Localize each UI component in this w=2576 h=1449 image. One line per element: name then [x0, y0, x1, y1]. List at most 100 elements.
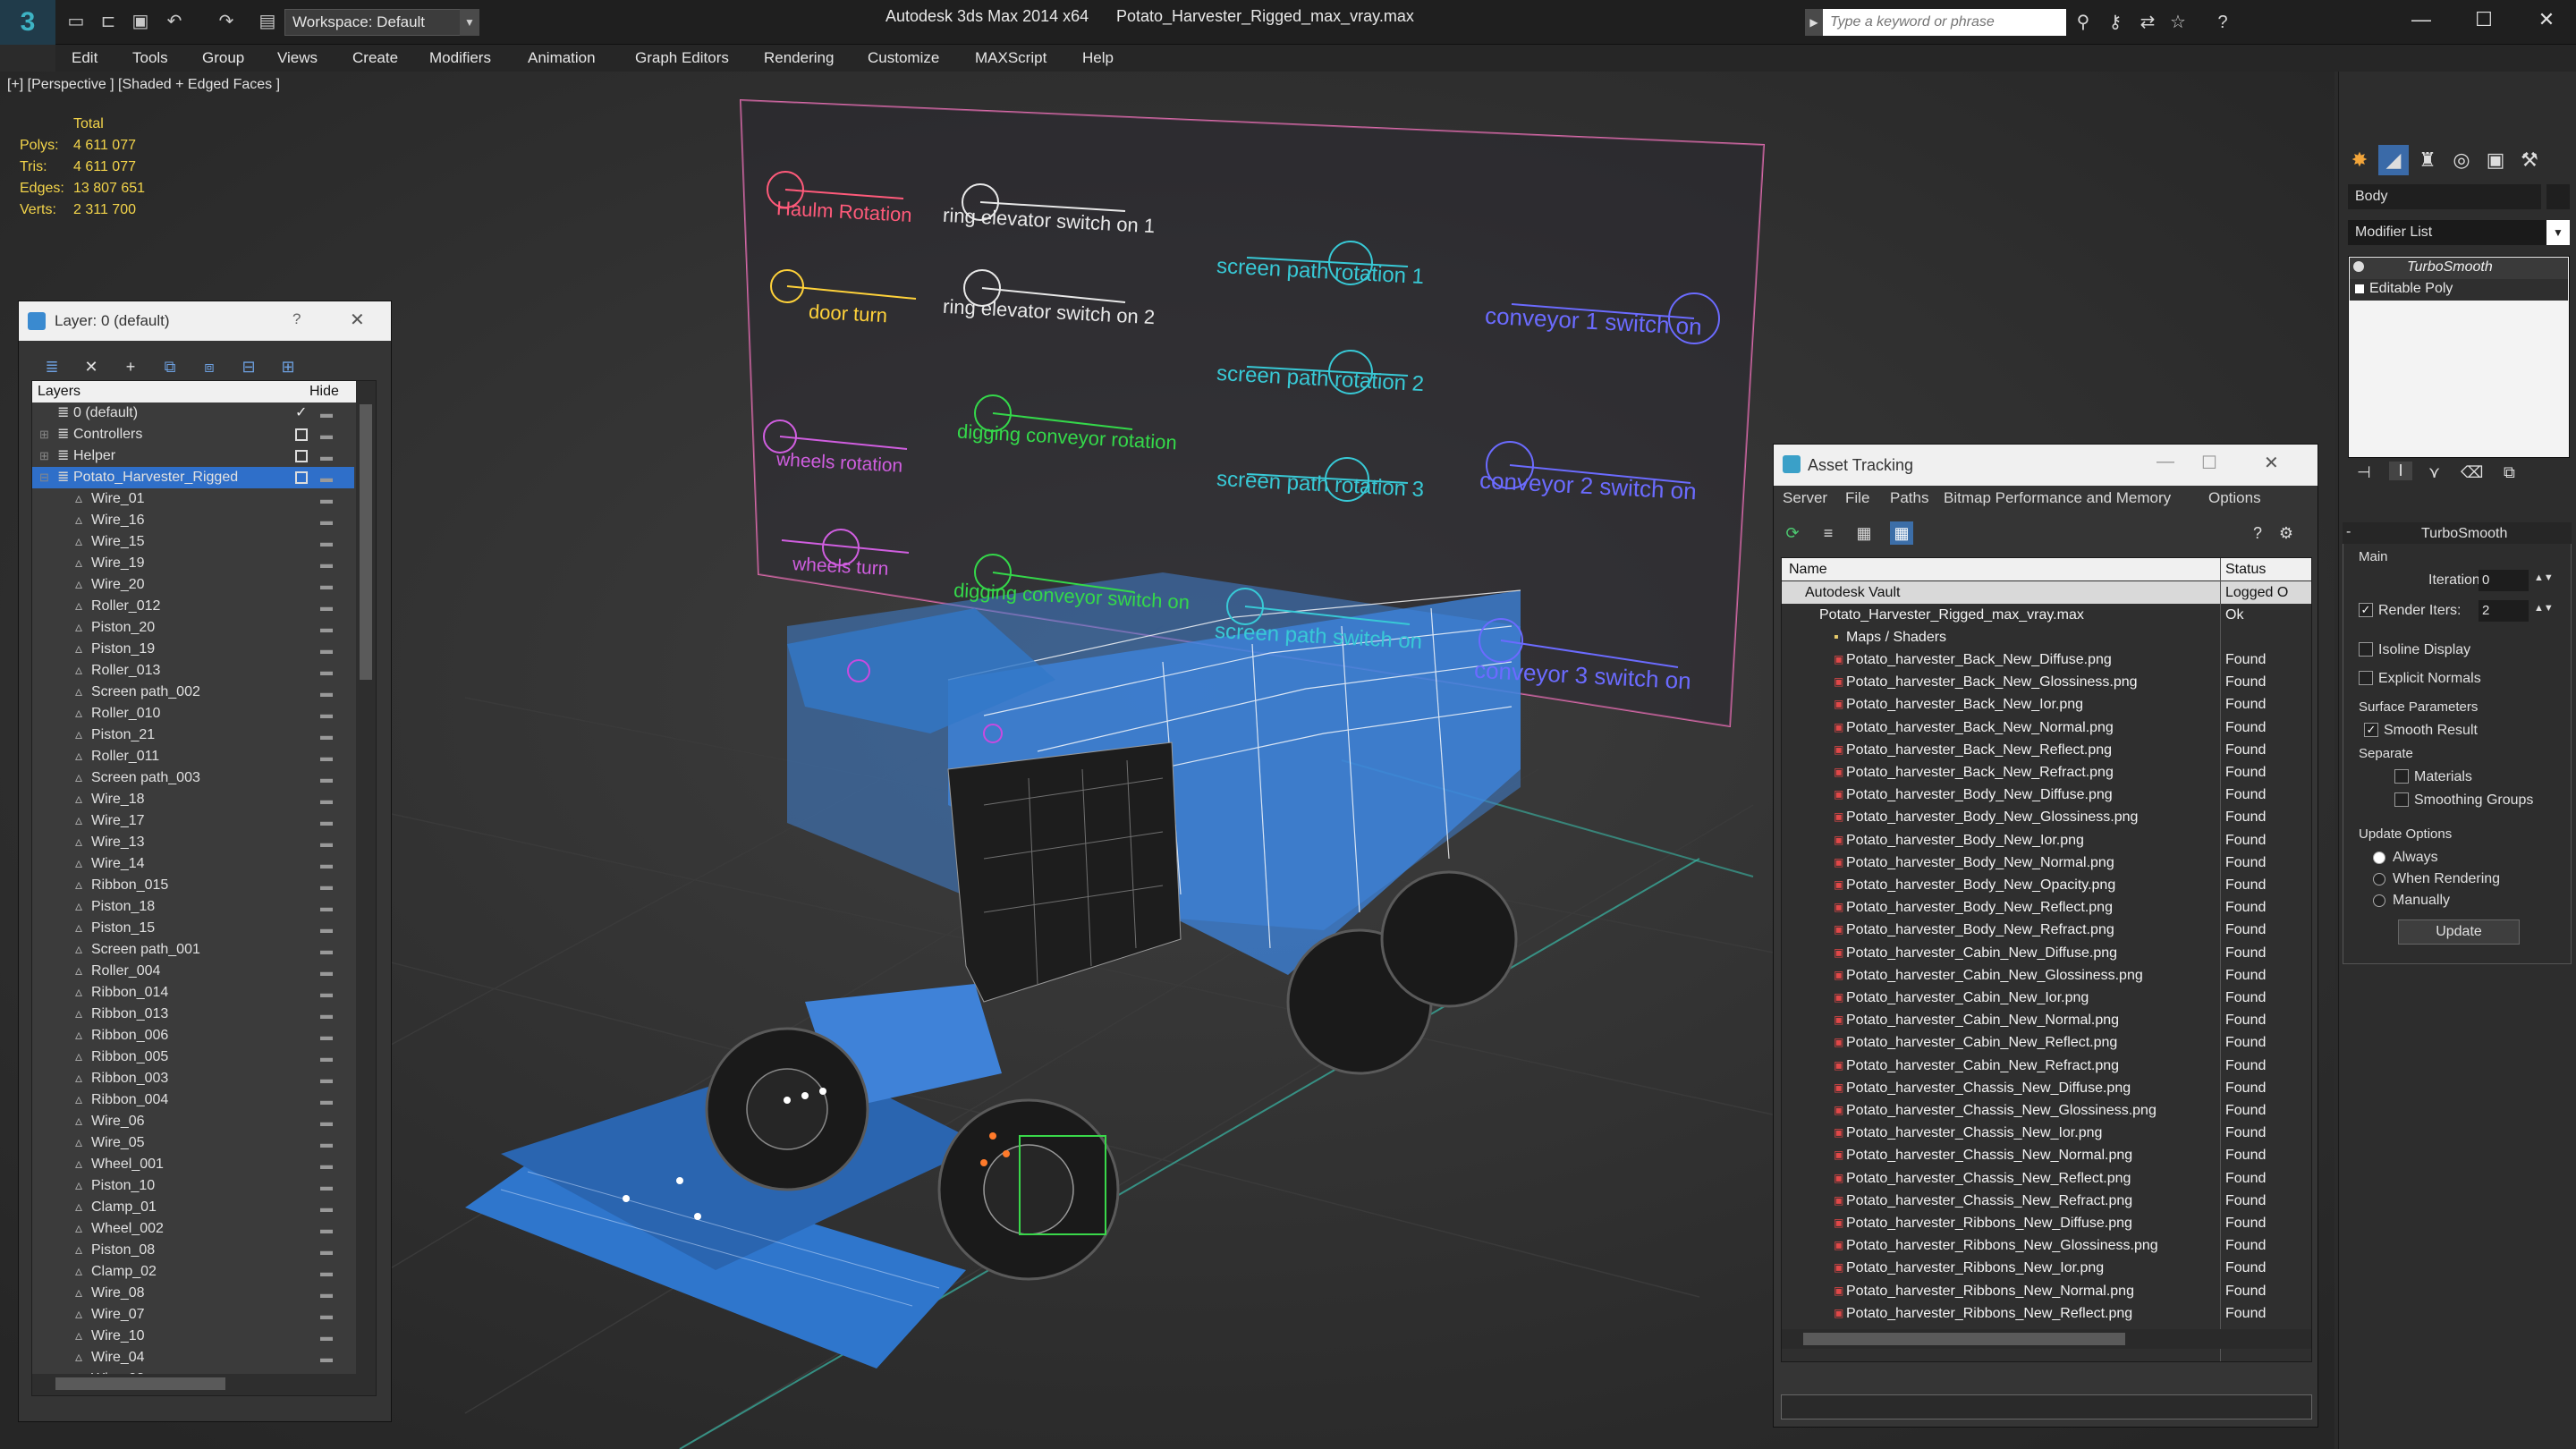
settings-icon[interactable]: ⚙: [2276, 523, 2296, 543]
hide-toggle-icon[interactable]: ▬: [320, 682, 333, 703]
col-hide[interactable]: Hide: [309, 384, 339, 400]
hide-toggle-icon[interactable]: ▬: [320, 402, 333, 424]
hide-toggle-icon[interactable]: ▬: [320, 596, 333, 617]
hide-toggle-icon[interactable]: ▬: [320, 639, 333, 660]
hide-toggle-icon[interactable]: ▬: [320, 553, 333, 574]
hide-toggle-icon[interactable]: ▬: [320, 1261, 333, 1283]
new-file-icon[interactable]: ▭: [63, 9, 89, 34]
object-row[interactable]: ▵ Ribbon_004 ▬: [32, 1089, 354, 1111]
hide-checkbox[interactable]: [295, 428, 308, 441]
asset-horizontal-scrollbar[interactable]: [1782, 1329, 2311, 1349]
table-row-folder[interactable]: ▪ Maps / Shaders: [1782, 626, 2311, 648]
table-row[interactable]: ▣ Potato_harvester_Cabin_New_Refract.png F…: [1782, 1055, 2311, 1077]
make-unique-icon[interactable]: ⋎: [2428, 463, 2440, 482]
key-icon[interactable]: ⚷: [2102, 9, 2129, 36]
binoculars-icon[interactable]: ⚲: [2070, 9, 2097, 36]
hide-toggle-icon[interactable]: ▬: [320, 1218, 333, 1240]
asset-tracking-dialog[interactable]: Asset Tracking — ☐ ✕ Server File Paths B…: [1773, 444, 2318, 1428]
hide-toggle-icon[interactable]: ▬: [320, 617, 333, 639]
asset-menu-file[interactable]: File: [1845, 489, 1869, 507]
table-row[interactable]: ▣ Potato_harvester_Back_New_Diffuse.png Fo…: [1782, 648, 2311, 671]
help-icon[interactable]: ?: [292, 310, 301, 328]
hide-all-layers-icon[interactable]: ⊟: [237, 355, 260, 378]
search-expand-icon[interactable]: ▶: [1805, 9, 1823, 36]
menu-maxscript[interactable]: MAXScript: [975, 45, 1046, 72]
table-row[interactable]: ▣ Potato_harvester_Body_New_Glossiness.pn…: [1782, 806, 2311, 828]
create-layer-icon[interactable]: ≣: [40, 355, 64, 378]
menu-graph-editors[interactable]: Graph Editors: [635, 45, 729, 72]
rig-label-door-turn[interactable]: door turn: [808, 301, 887, 328]
table-row[interactable]: ▣ Potato_harvester_Back_New_Reflect.png Fo…: [1782, 739, 2311, 761]
menu-group[interactable]: Group: [202, 45, 244, 72]
hide-toggle-icon[interactable]: ▬: [320, 724, 333, 746]
object-row[interactable]: ▵ Roller_012 ▬: [32, 596, 354, 617]
undo-icon[interactable]: ↶: [161, 9, 188, 34]
hide-toggle-icon[interactable]: ▬: [320, 660, 333, 682]
hide-toggle-icon[interactable]: ▬: [320, 574, 333, 596]
manually-radio[interactable]: [2373, 894, 2385, 907]
hide-toggle-icon[interactable]: ▬: [320, 853, 333, 875]
table-row[interactable]: ▣ Potato_harvester_Body_New_Reflect.png Fo…: [1782, 896, 2311, 919]
hide-toggle-icon[interactable]: ▬: [320, 1004, 333, 1025]
spinner-arrows-icon[interactable]: ▲▼: [2534, 572, 2554, 583]
hide-toggle-icon[interactable]: ▬: [320, 961, 333, 982]
object-row[interactable]: ▵ Wire_10 ▬: [32, 1326, 354, 1347]
layer-row[interactable]: ≣ ⊟ Potato_Harvester_Rigged ▬: [32, 467, 354, 488]
object-row[interactable]: ▵ Wire_18 ▬: [32, 789, 354, 810]
menu-tools[interactable]: Tools: [132, 45, 168, 72]
table-row[interactable]: ▣ Potato_harvester_Chassis_New_Normal.png…: [1782, 1144, 2311, 1166]
help-icon[interactable]: ?: [2209, 9, 2236, 36]
table-row[interactable]: ▣ Potato_harvester_Cabin_New_Diffuse.png F…: [1782, 942, 2311, 964]
hide-toggle-icon[interactable]: ▬: [320, 510, 333, 531]
expand-icon[interactable]: ⊞: [39, 424, 49, 445]
menu-animation[interactable]: Animation: [528, 45, 596, 72]
object-row[interactable]: ▵ Wheel_002 ▬: [32, 1218, 354, 1240]
col-status[interactable]: Status: [2225, 558, 2266, 580]
pin-stack-icon[interactable]: ⊣: [2357, 463, 2371, 482]
hide-toggle-icon[interactable]: ▬: [320, 939, 333, 961]
object-row[interactable]: ▵ Piston_21 ▬: [32, 724, 354, 746]
redo-icon[interactable]: ↷: [213, 9, 240, 34]
table-row[interactable]: ▣ Potato_harvester_Body_New_Refract.png Fo…: [1782, 919, 2311, 941]
hide-toggle-icon[interactable]: ▬: [320, 424, 333, 445]
grid-view-icon[interactable]: ▦: [1890, 521, 1913, 545]
object-row[interactable]: ▵ Roller_011 ▬: [32, 746, 354, 767]
object-row[interactable]: ▵ Piston_10 ▬: [32, 1175, 354, 1197]
isoline-display-checkbox[interactable]: [2359, 642, 2373, 657]
table-row[interactable]: ▣ Potato_harvester_Body_New_Diffuse.png Fo…: [1782, 784, 2311, 806]
expand-icon[interactable]: ⊞: [39, 445, 49, 467]
table-row[interactable]: ▣ Potato_harvester_Ribbons_New_Ior.png Fou…: [1782, 1257, 2311, 1279]
object-row[interactable]: ▵ Roller_010 ▬: [32, 703, 354, 724]
render-iters-spinner[interactable]: 2: [2479, 600, 2529, 622]
table-row[interactable]: ▣ Potato_harvester_Cabin_New_Ior.png Found: [1782, 987, 2311, 1009]
object-row[interactable]: ▵ Screen path_001 ▬: [32, 939, 354, 961]
object-row[interactable]: ▵ Wire_04 ▬: [32, 1347, 354, 1368]
table-row[interactable]: ▣ Potato_harvester_Ribbons_New_Reflect.pn…: [1782, 1302, 2311, 1325]
utilities-tab-icon[interactable]: ⚒: [2514, 145, 2545, 175]
smoothing-groups-checkbox[interactable]: [2394, 792, 2409, 807]
object-row[interactable]: ▵ Wire_14 ▬: [32, 853, 354, 875]
menu-customize[interactable]: Customize: [868, 45, 939, 72]
menu-modifiers[interactable]: Modifiers: [429, 45, 491, 72]
hide-toggle-icon[interactable]: ▬: [320, 1111, 333, 1132]
table-row[interactable]: ▣ Potato_harvester_Ribbons_New_Normal.png…: [1782, 1280, 2311, 1302]
layer-vertical-scrollbar[interactable]: [356, 381, 376, 1374]
table-row[interactable]: ▣ Potato_harvester_Cabin_New_Reflect.png F…: [1782, 1031, 2311, 1054]
hide-toggle-icon[interactable]: ▬: [320, 1326, 333, 1347]
object-row[interactable]: ▵ Screen path_003 ▬: [32, 767, 354, 789]
layer-manager-dialog[interactable]: Layer: 0 (default) ? ✕ ≣ ✕ + ⧉ ⧈ ⊟ ⊞ Lay…: [18, 301, 392, 1422]
menu-views[interactable]: Views: [277, 45, 318, 72]
asset-menu-paths[interactable]: Paths: [1890, 489, 1928, 507]
table-row[interactable]: ▣ Potato_harvester_Back_New_Refract.png Fo…: [1782, 761, 2311, 784]
table-row-vault[interactable]: Autodesk Vault Logged O: [1782, 581, 2311, 604]
layer-list[interactable]: Layers Hide ≣ 0 (default) ✓ ▬ ≣ ⊞ Controllers ▬…: [31, 380, 377, 1396]
object-row[interactable]: ▵ Clamp_01 ▬: [32, 1197, 354, 1218]
object-row[interactable]: ▵ Ribbon_013 ▬: [32, 1004, 354, 1025]
star-icon[interactable]: ☆: [2165, 9, 2191, 36]
update-button[interactable]: Update: [2398, 919, 2520, 945]
close-icon[interactable]: ✕: [2264, 452, 2279, 474]
object-row[interactable]: ▵ Wire_17 ▬: [32, 810, 354, 832]
object-row[interactable]: ▵ Piston_08 ▬: [32, 1240, 354, 1261]
object-row[interactable]: ▵ Roller_004 ▬: [32, 961, 354, 982]
object-row[interactable]: ▵ Wire_08 ▬: [32, 1283, 354, 1304]
